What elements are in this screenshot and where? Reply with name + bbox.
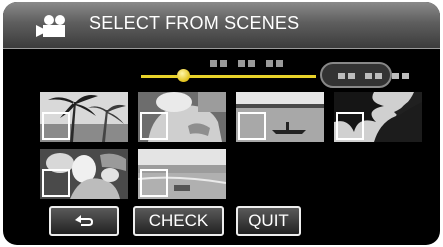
scene-thumbnail[interactable] bbox=[138, 149, 226, 199]
scene-thumbnail[interactable] bbox=[334, 92, 422, 142]
quit-button-label: QUIT bbox=[248, 211, 289, 230]
selection-checkbox[interactable] bbox=[140, 169, 168, 197]
quit-button[interactable]: QUIT bbox=[236, 206, 301, 236]
slider-option-button[interactable] bbox=[320, 62, 409, 88]
scene-thumbnail[interactable] bbox=[40, 92, 128, 142]
scene-thumbnail[interactable] bbox=[138, 92, 226, 142]
selection-checkbox[interactable] bbox=[238, 112, 266, 140]
page-indicator bbox=[210, 60, 283, 67]
selection-checkbox[interactable] bbox=[42, 112, 70, 140]
header-bar: SELECT FROM SCENES bbox=[3, 2, 440, 49]
scene-slider-track[interactable] bbox=[141, 75, 316, 78]
selection-checkbox[interactable] bbox=[336, 112, 364, 140]
screen: SELECT FROM SCENES CHECK QUIT bbox=[3, 2, 440, 245]
video-camera-icon bbox=[36, 15, 65, 37]
check-button-label: CHECK bbox=[148, 211, 209, 230]
back-button[interactable] bbox=[49, 206, 119, 236]
page-title: SELECT FROM SCENES bbox=[89, 13, 300, 33]
return-arrow-icon bbox=[75, 215, 93, 226]
scene-thumbnail[interactable] bbox=[40, 149, 128, 199]
scene-slider-knob[interactable] bbox=[177, 69, 190, 82]
check-button[interactable]: CHECK bbox=[133, 206, 224, 236]
selection-checkbox[interactable] bbox=[140, 112, 168, 140]
selection-checkbox[interactable] bbox=[42, 169, 70, 197]
scene-thumbnail[interactable] bbox=[236, 92, 324, 142]
